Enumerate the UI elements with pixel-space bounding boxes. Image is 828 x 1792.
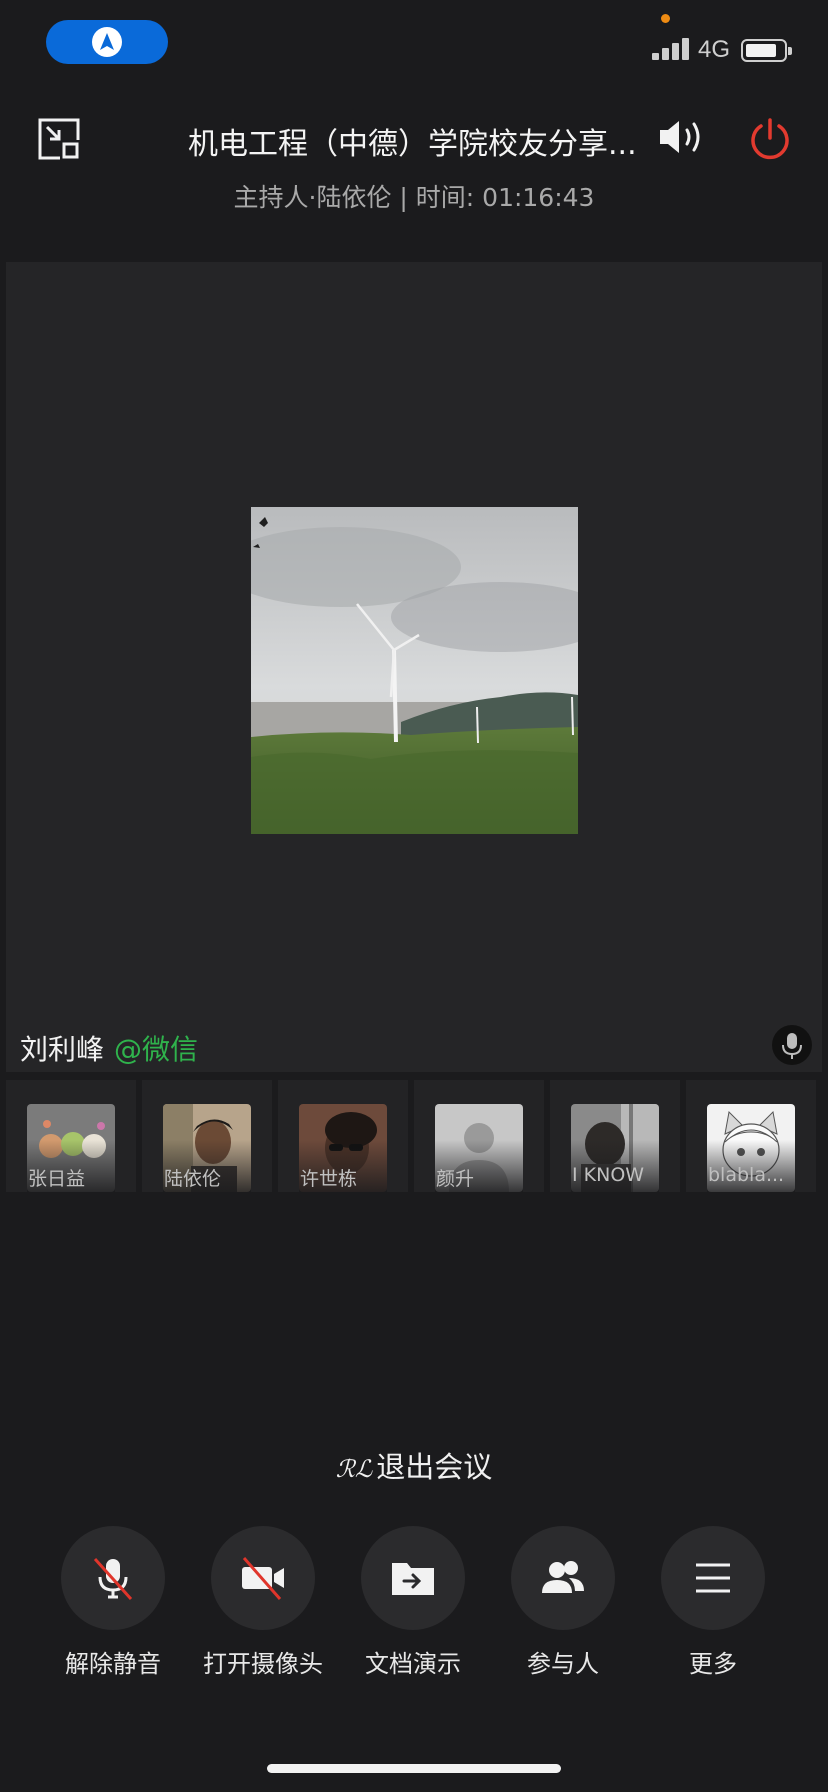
camera-off-icon — [242, 1557, 284, 1600]
folder-share-icon — [392, 1563, 434, 1595]
network-type: 4G — [698, 36, 731, 63]
microphone-icon — [93, 1557, 133, 1601]
active-speaker-name: 刘利峰 — [20, 1033, 105, 1066]
navigation-pill[interactable] — [46, 20, 168, 64]
participant-strip[interactable]: 张日益 陆依伦 许世栋 颜升 I KNOW blabla... — [6, 1080, 828, 1192]
participant-tile[interactable]: 许世栋 — [278, 1080, 408, 1192]
participant-name: 陆依伦 — [164, 1168, 222, 1190]
leave-label: 退出会议 — [376, 1450, 493, 1484]
people-icon — [542, 1561, 584, 1593]
unmute-button[interactable]: 解除静音 — [38, 1526, 188, 1679]
participant-tile[interactable]: I KNOW — [550, 1080, 680, 1192]
active-speaker-source: @微信 — [114, 1033, 199, 1066]
main-video-stage[interactable]: 刘利峰 @微信 — [6, 262, 822, 1072]
participant-name: blabla... — [708, 1164, 785, 1186]
participant-tile[interactable]: blabla... — [686, 1080, 816, 1192]
speaker-icon[interactable] — [658, 118, 706, 156]
participant-tile[interactable]: 陆依伦 — [142, 1080, 272, 1192]
home-indicator[interactable] — [267, 1764, 561, 1773]
participant-name: 颜升 — [436, 1168, 475, 1190]
present-document-button[interactable]: 文档演示 — [338, 1526, 488, 1679]
unmute-label: 解除静音 — [65, 1650, 161, 1678]
camera-label: 打开摄像头 — [203, 1650, 323, 1678]
exit-fullscreen-icon[interactable] — [38, 118, 80, 160]
participant-tile[interactable]: 颜升 — [414, 1080, 544, 1192]
participants-button[interactable]: 参与人 — [488, 1526, 638, 1679]
battery-icon — [741, 39, 792, 62]
speaker-microphone-icon — [772, 1025, 812, 1065]
shared-photo — [251, 507, 578, 834]
participant-name: 许世栋 — [300, 1168, 358, 1190]
meeting-title: 机电工程（中德）学院校友分享... — [188, 127, 637, 162]
participant-tile[interactable]: 张日益 — [6, 1080, 136, 1192]
host-and-duration: 主持人·陆依伦 | 时间: 01:16:43 — [233, 183, 595, 212]
camera-button[interactable]: 打开摄像头 — [188, 1526, 338, 1679]
leave-meeting-button[interactable]: ℛℒ 退出会议 — [0, 1444, 828, 1486]
participant-name: I KNOW — [572, 1164, 645, 1186]
leave-prefix: ℛℒ — [335, 1455, 373, 1483]
navigation-icon — [92, 27, 122, 57]
more-button[interactable]: 更多 — [638, 1526, 788, 1679]
more-label: 更多 — [689, 1650, 737, 1678]
power-icon[interactable] — [748, 117, 792, 161]
participant-name: 张日益 — [28, 1168, 86, 1190]
signal-icon — [652, 38, 692, 60]
privacy-indicator-dot — [661, 14, 670, 23]
participants-label: 参与人 — [527, 1650, 599, 1678]
menu-icon — [696, 1563, 730, 1593]
present-label: 文档演示 — [365, 1650, 461, 1678]
